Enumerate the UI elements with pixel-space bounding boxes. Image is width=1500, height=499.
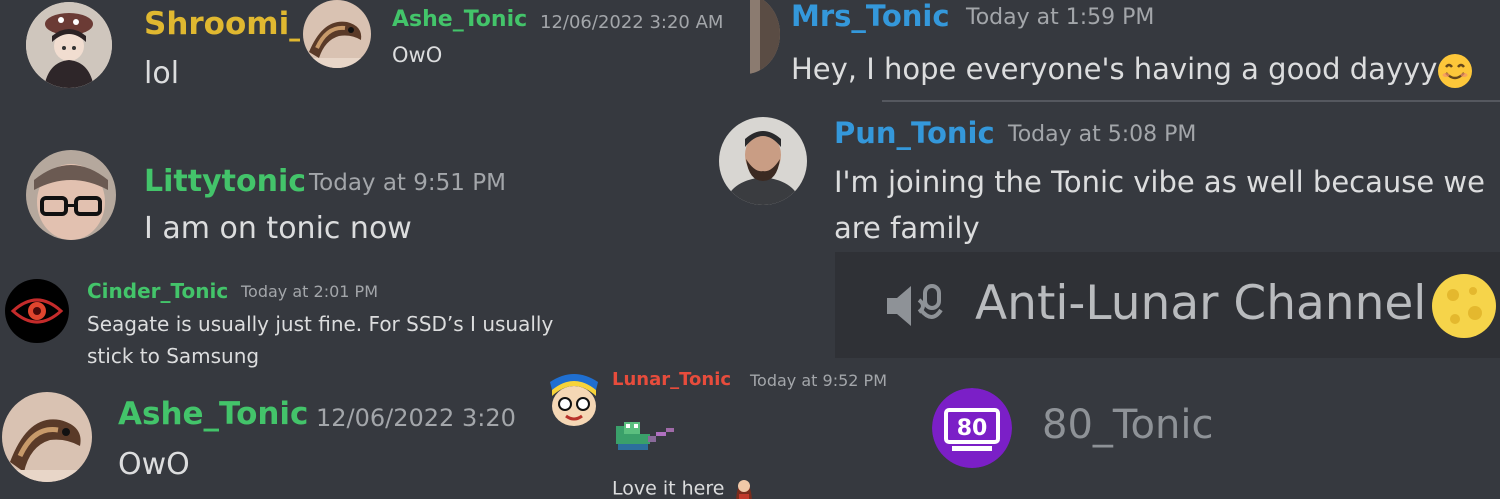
message-lunar-tonic: Lunar_Tonic Today at 9:52 PM Love it her…: [540, 360, 895, 499]
message-text-line-1: Seagate is usually just fine. For SSD’s …: [87, 312, 554, 336]
message-text: I am on tonic now: [144, 211, 412, 246]
message-text-content: Love it here: [612, 477, 725, 499]
avatar-logo-text: 80: [957, 416, 988, 441]
timestamp: Today at 2:01 PM: [241, 282, 378, 301]
avatar-80-tonic[interactable]: 80: [932, 388, 1012, 468]
message-text-line-2: are family: [834, 211, 980, 245]
message-text-content: Hey, I hope everyone's having a good day…: [791, 52, 1438, 86]
timestamp: Today at 9:51 PM: [309, 170, 506, 196]
snake-photo-avatar: [2, 392, 92, 482]
message-ashe-large: Ashe_Tonic 12/06/2022 3:20 OwO: [0, 384, 540, 499]
author-name[interactable]: Mrs_Tonic: [791, 0, 950, 33]
timestamp: 12/06/2022 3:20: [316, 404, 516, 432]
author-name[interactable]: Littytonic: [144, 164, 306, 199]
avatar-cinder-tonic[interactable]: [5, 279, 69, 343]
avatar-ashe-small[interactable]: [303, 0, 371, 68]
message-mrs-tonic: Mrs_Tonic Today at 1:59 PM Hey, I hope e…: [750, 0, 1500, 100]
avatar-lunar-tonic[interactable]: [546, 368, 602, 428]
cartoon-glasses-avatar: [550, 374, 598, 426]
author-name[interactable]: Cinder_Tonic: [87, 279, 228, 303]
anime-character-avatar: [26, 2, 112, 88]
smiling-face-emoji: [1438, 54, 1473, 88]
avatar-ashe-large[interactable]: [2, 392, 92, 482]
logo-80-avatar: 80: [932, 388, 1012, 468]
message-shroomi: Shroomi_ lol: [0, 0, 300, 120]
voice-speaker-icon: [887, 284, 943, 326]
message-littytonic: Littytonic Today at 9:51 PM I am on toni…: [0, 140, 560, 250]
member-80-tonic[interactable]: 80 80_Tonic: [895, 358, 1500, 499]
photo-avatar: [750, 0, 780, 74]
avatar-mrs-tonic[interactable]: [750, 0, 780, 74]
author-name[interactable]: Ashe_Tonic: [392, 7, 527, 32]
channel-name[interactable]: Anti-Lunar Channel: [975, 276, 1426, 331]
snake-photo-avatar: [303, 0, 371, 68]
avatar-littytonic[interactable]: [26, 150, 116, 240]
message-text-line-2: stick to Samsung: [87, 344, 260, 368]
full-moon-emoji: [1432, 274, 1496, 338]
message-text: lol: [144, 56, 180, 91]
girl-emoji: [736, 480, 753, 499]
pepe-frog-pixel-sticker: [616, 422, 674, 450]
author-name[interactable]: Pun_Tonic: [834, 116, 995, 150]
author-name[interactable]: Lunar_Tonic: [612, 369, 731, 390]
voice-channel-anti-lunar[interactable]: Anti-Lunar Channel: [835, 252, 1500, 358]
message-text-line-1: I'm joining the Tonic vibe as well becau…: [834, 165, 1485, 199]
avatar-shroomi[interactable]: [26, 2, 112, 88]
message-pun-tonic: Pun_Tonic Today at 5:08 PM I'm joining t…: [700, 102, 1500, 252]
message-text: Love it here: [612, 474, 758, 499]
person-glasses-avatar: [26, 150, 116, 240]
message-cinder-tonic: Cinder_Tonic Today at 2:01 PM Seagate is…: [0, 272, 600, 382]
timestamp: Today at 5:08 PM: [1008, 122, 1197, 147]
timestamp: Today at 9:52 PM: [750, 371, 887, 390]
timestamp: Today at 1:59 PM: [966, 5, 1155, 30]
avatar-pun-tonic[interactable]: [719, 117, 807, 205]
message-ashe-small: Ashe_Tonic 12/06/2022 3:20 AM OwO: [300, 0, 750, 120]
member-name[interactable]: 80_Tonic: [1042, 402, 1213, 448]
message-text: OwO: [392, 43, 443, 67]
author-name[interactable]: Shroomi_: [144, 6, 300, 42]
message-text: Hey, I hope everyone's having a good day…: [791, 51, 1473, 89]
red-eye-avatar: [5, 279, 69, 343]
message-text: OwO: [118, 447, 190, 482]
bearded-man-avatar: [719, 117, 807, 205]
author-name[interactable]: Ashe_Tonic: [118, 396, 308, 432]
timestamp: 12/06/2022 3:20 AM: [540, 12, 724, 33]
